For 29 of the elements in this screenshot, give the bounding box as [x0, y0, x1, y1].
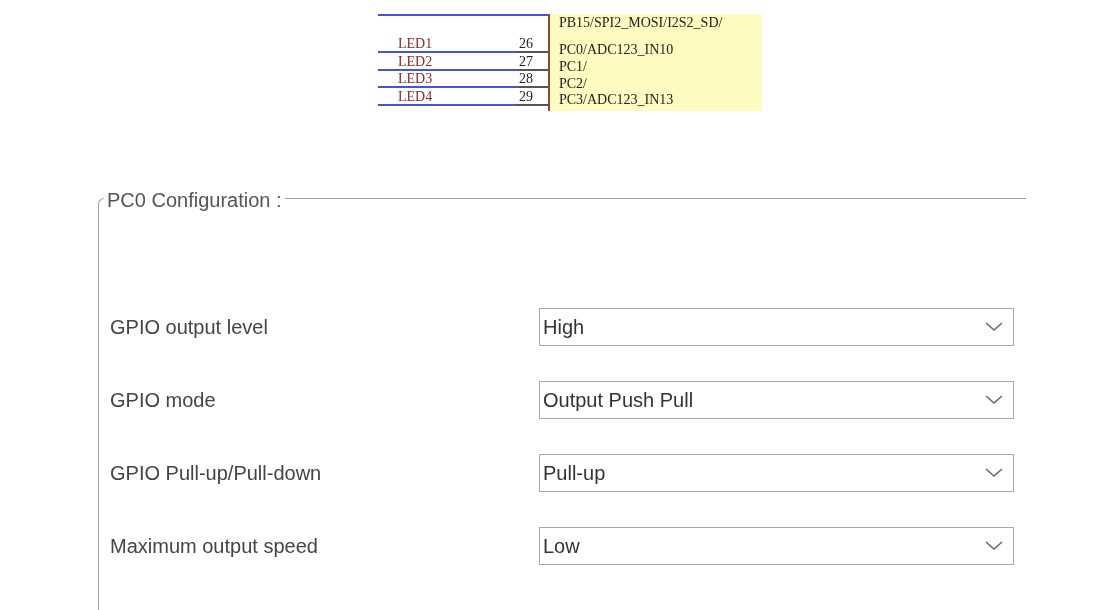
pin-signal-label: PC1/ [559, 58, 587, 75]
setting-label: GPIO mode [110, 388, 217, 413]
pin-number: 29 [519, 89, 533, 104]
pin-signal-label: PC0/ADC123_IN10 [559, 41, 674, 58]
pin-line [518, 51, 548, 53]
dropdown[interactable]: High [539, 308, 1014, 346]
net-label: LED4 [398, 89, 433, 104]
dropdown[interactable]: Output Push Pull [539, 381, 1014, 419]
pin-number: 26 [519, 37, 533, 51]
setting-label: GPIO Pull-up/Pull-down [110, 461, 323, 486]
pin-number: 27 [519, 54, 533, 69]
pin-signal-label: PB15/SPI2_MOSI/I2S2_SD/ [559, 14, 723, 31]
pin-number: 28 [519, 72, 533, 86]
chevron-down-icon [985, 395, 1003, 405]
setting-label: Maximum output speed [110, 534, 319, 559]
pin-signal-label: PC3/ADC123_IN13 [559, 91, 674, 108]
chevron-down-icon [985, 468, 1003, 478]
pin-line [518, 68, 548, 71]
net-label: LED2 [398, 54, 433, 69]
chevron-down-icon [985, 322, 1003, 332]
dropdown[interactable]: Low [539, 527, 1014, 565]
pin-line [518, 86, 548, 88]
chevron-down-icon [985, 541, 1003, 551]
pin-signal-label: PC2/ [559, 75, 587, 92]
pin-line [518, 103, 548, 106]
dropdown[interactable]: Pull-up [539, 454, 1014, 492]
net-label: LED1 [398, 37, 433, 51]
setting-label: GPIO output level [110, 315, 269, 340]
net-label: LED3 [398, 72, 433, 86]
